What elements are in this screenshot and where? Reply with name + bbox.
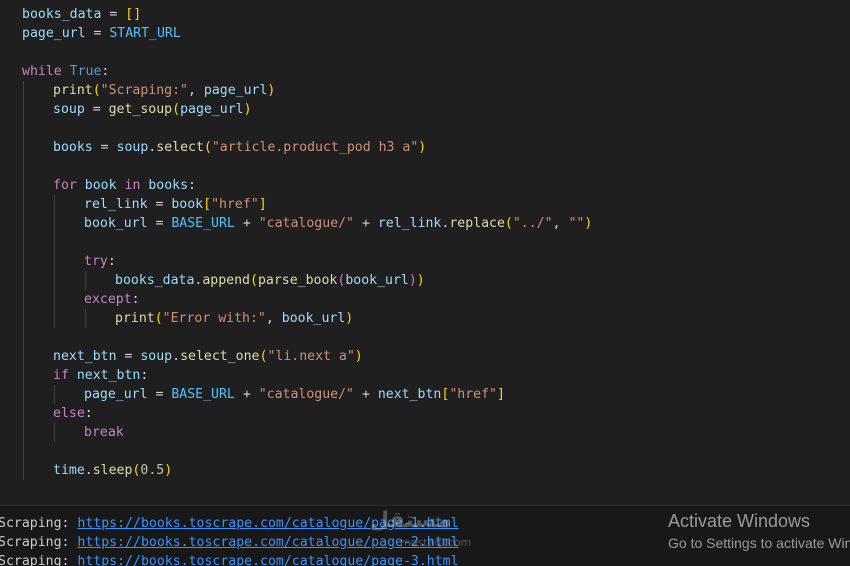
code-line-22: else: — [53, 406, 93, 421]
code-line-23: break — [84, 425, 124, 440]
activation-subtitle: Go to Settings to activate Windows. — [668, 535, 850, 551]
code-line-1: books_data = [] — [22, 7, 142, 22]
code-editor[interactable]: books_data = [] page_url = START_URL whi… — [0, 0, 850, 505]
terminal-label: Scraping: — [0, 554, 70, 566]
indent-guide — [23, 81, 24, 480]
code-line-21: page_url = BASE_URL + "catalogue/" + nex… — [84, 387, 505, 402]
indent-guide — [85, 271, 86, 290]
indent-guide — [54, 385, 55, 404]
code-line-14: try: — [84, 254, 116, 269]
code-line-2: page_url = START_URL — [22, 26, 181, 41]
code-line-11: rel_link = book["href"] — [84, 197, 267, 212]
code-line-8: books = soup.select("article.product_pod… — [53, 140, 427, 155]
terminal-line: Scraping: https://books.toscrape.com/cat… — [0, 552, 459, 566]
terminal-label: Scraping: — [0, 535, 70, 550]
windows-activation-notice: Activate Windows Go to Settings to activ… — [668, 510, 850, 554]
code-line-15: books_data.append(parse_book(book_url)) — [115, 273, 425, 288]
code-line-19: next_btn = soup.select_one("li.next a") — [53, 349, 363, 364]
code-line-20: if next_btn: — [53, 368, 149, 383]
terminal-label: Scraping: — [0, 516, 70, 531]
code-line-4: while True: — [22, 64, 110, 79]
terminal-line: Scraping: https://books.toscrape.com/cat… — [0, 533, 459, 552]
mostaql-watermark-url: mostaql.com — [400, 536, 472, 549]
code-line-12: book_url = BASE_URL + "catalogue/" + rel… — [84, 216, 593, 231]
activation-title: Activate Windows — [668, 511, 811, 531]
code-line-6: soup = get_soup(page_url) — [53, 102, 252, 117]
indent-guide — [54, 423, 55, 442]
indent-guide — [54, 195, 55, 328]
indent-guide — [85, 309, 86, 328]
code-line-5: print("Scraping:", page_url) — [53, 83, 276, 98]
terminal-link[interactable]: https://books.toscrape.com/catalogue/pag… — [77, 554, 458, 566]
code-line-17: print("Error with:", book_url) — [115, 311, 354, 326]
code-line-10: for book in books: — [53, 178, 196, 193]
mostaql-watermark-logo: مستقل — [370, 508, 451, 533]
code-line-16: except: — [84, 292, 140, 307]
code-line-25: time.sleep(0.5) — [53, 463, 173, 478]
